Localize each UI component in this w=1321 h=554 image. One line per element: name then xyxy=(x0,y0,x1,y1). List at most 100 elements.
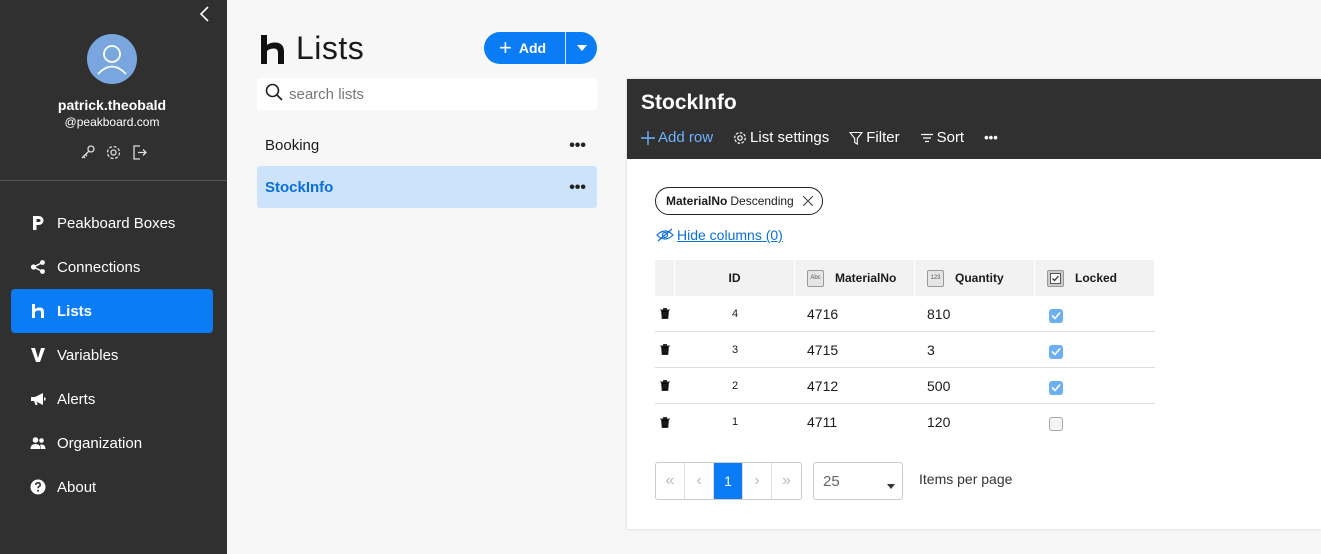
add-row-button[interactable]: Add row xyxy=(641,129,713,146)
collapse-sidebar-chevron-icon[interactable] xyxy=(195,4,215,24)
cell-materialno[interactable]: 4716 xyxy=(795,296,915,331)
pagination: « ‹ 1 › » xyxy=(655,462,802,500)
logout-icon[interactable] xyxy=(131,144,148,161)
user-actions xyxy=(79,144,148,161)
page-button-current[interactable]: 1 xyxy=(714,463,743,499)
plus-icon: + xyxy=(499,35,512,60)
cell-id[interactable]: 4 xyxy=(675,296,795,331)
panel-header: StockInfo Add row List settings Filter S… xyxy=(627,79,1321,159)
grid-header-row: ID Abc MaterialNo 123 Quantity Locked xyxy=(655,260,1155,296)
cell-id[interactable]: 1 xyxy=(675,404,795,440)
list-item-label: Booking xyxy=(265,136,320,154)
sidebar-item-label: Variables xyxy=(57,346,119,364)
add-dropdown-button[interactable] xyxy=(566,32,597,64)
list-settings-button[interactable]: List settings xyxy=(733,129,829,146)
sort-chip-field: MaterialNo xyxy=(666,194,728,208)
search-input[interactable] xyxy=(289,85,579,103)
more-options-icon[interactable]: ••• xyxy=(569,137,586,155)
sidebar-item-label: Peakboard Boxes xyxy=(57,214,176,232)
search-icon xyxy=(265,83,283,106)
sidebar-item-about[interactable]: About xyxy=(11,465,213,509)
locked-checkbox-checked[interactable] xyxy=(1049,308,1063,323)
sidebar-item-peakboard-boxes[interactable]: Peakboard Boxes xyxy=(11,201,213,245)
last-page-button[interactable]: » xyxy=(772,463,801,499)
sidebar-item-lists[interactable]: Lists xyxy=(11,289,213,333)
gear-icon[interactable] xyxy=(105,144,122,161)
add-button[interactable]: + Add xyxy=(484,32,565,64)
sidebar-item-organization[interactable]: Organization xyxy=(11,421,213,465)
trash-icon[interactable] xyxy=(660,344,670,355)
locked-checkbox-checked[interactable] xyxy=(1049,344,1063,359)
items-per-page-select[interactable]: 25 xyxy=(813,462,903,500)
first-page-button[interactable]: « xyxy=(656,463,685,499)
lists-h-icon xyxy=(260,33,286,65)
eye-slash-icon xyxy=(656,228,674,242)
column-header-label: ID xyxy=(728,271,741,285)
list-item-stockinfo[interactable]: StockInfo ••• xyxy=(257,166,597,208)
add-row-label: Add row xyxy=(658,129,714,146)
cell-quantity[interactable]: 500 xyxy=(915,368,1035,403)
sidebar-item-label: Alerts xyxy=(57,390,96,408)
user-domain: @peakboard.com xyxy=(64,115,160,129)
table-row: 2 4712 500 xyxy=(655,368,1155,404)
items-per-page-label: Items per page xyxy=(919,471,1013,487)
trash-icon[interactable] xyxy=(660,380,670,391)
sort-lines-icon xyxy=(920,131,934,145)
add-button-group: + Add xyxy=(484,32,597,64)
trash-icon[interactable] xyxy=(660,308,670,319)
sidebar: patrick.theobald @peakboard.com Peakboar… xyxy=(0,0,227,554)
locked-checkbox-unchecked[interactable] xyxy=(1049,417,1063,431)
cell-materialno[interactable]: 4711 xyxy=(795,404,915,440)
sidebar-item-alerts[interactable]: Alerts xyxy=(11,377,213,421)
peakboard-p-icon xyxy=(30,215,46,231)
table-row: 3 4715 3 xyxy=(655,332,1155,368)
filter-button[interactable]: Filter xyxy=(849,129,900,146)
filter-funnel-icon xyxy=(849,131,864,145)
page-title: Lists xyxy=(260,30,364,67)
cell-materialno[interactable]: 4715 xyxy=(795,332,915,367)
column-header-quantity[interactable]: 123 Quantity xyxy=(915,260,1035,296)
filter-label: Filter xyxy=(866,129,900,146)
sidebar-item-label: Lists xyxy=(57,302,93,320)
column-header-id[interactable]: ID xyxy=(675,260,795,296)
sidebar-item-connections[interactable]: Connections xyxy=(11,245,213,289)
sidebar-item-variables[interactable]: Variables xyxy=(11,333,213,377)
users-icon xyxy=(30,435,46,451)
avatar[interactable] xyxy=(87,34,137,84)
key-icon[interactable] xyxy=(79,144,96,161)
sidebar-item-label: Connections xyxy=(57,258,141,276)
more-options-icon[interactable]: ••• xyxy=(569,179,586,197)
number-type-icon: 123 xyxy=(927,269,944,287)
cell-quantity[interactable]: 120 xyxy=(915,404,1035,440)
remove-sort-close-icon[interactable] xyxy=(802,196,813,206)
sort-button[interactable]: Sort xyxy=(920,129,965,146)
cell-quantity[interactable]: 3 xyxy=(915,332,1035,367)
plus-icon xyxy=(641,130,655,145)
list-item-booking[interactable]: Booking ••• xyxy=(257,124,597,166)
hide-columns-link[interactable]: Hide columns (0) xyxy=(656,227,783,243)
column-header-locked[interactable]: Locked xyxy=(1035,260,1155,296)
sidebar-divider xyxy=(0,180,227,181)
panel-title: StockInfo xyxy=(641,91,737,114)
cell-id[interactable]: 3 xyxy=(675,332,795,367)
question-circle-icon xyxy=(30,479,46,495)
share-nodes-icon xyxy=(30,259,46,275)
cell-id[interactable]: 2 xyxy=(675,368,795,403)
column-header-materialno[interactable]: Abc MaterialNo xyxy=(795,260,915,296)
table-row: 4 4716 810 xyxy=(655,296,1155,332)
prev-page-button[interactable]: ‹ xyxy=(685,463,714,499)
next-page-button[interactable]: › xyxy=(743,463,772,499)
cell-materialno[interactable]: 4712 xyxy=(795,368,915,403)
list-settings-label: List settings xyxy=(750,129,830,146)
search-box xyxy=(257,78,597,110)
trash-icon[interactable] xyxy=(660,416,670,428)
column-header-label: MaterialNo xyxy=(835,271,897,285)
megaphone-icon xyxy=(30,391,46,407)
more-options-button[interactable]: ••• xyxy=(984,130,998,145)
sort-label: Sort xyxy=(936,129,965,146)
cell-quantity[interactable]: 810 xyxy=(915,296,1035,331)
locked-checkbox-checked[interactable] xyxy=(1049,380,1063,395)
variables-v-icon xyxy=(30,347,46,363)
gear-icon xyxy=(733,131,747,145)
grid-header-actions xyxy=(655,260,675,296)
